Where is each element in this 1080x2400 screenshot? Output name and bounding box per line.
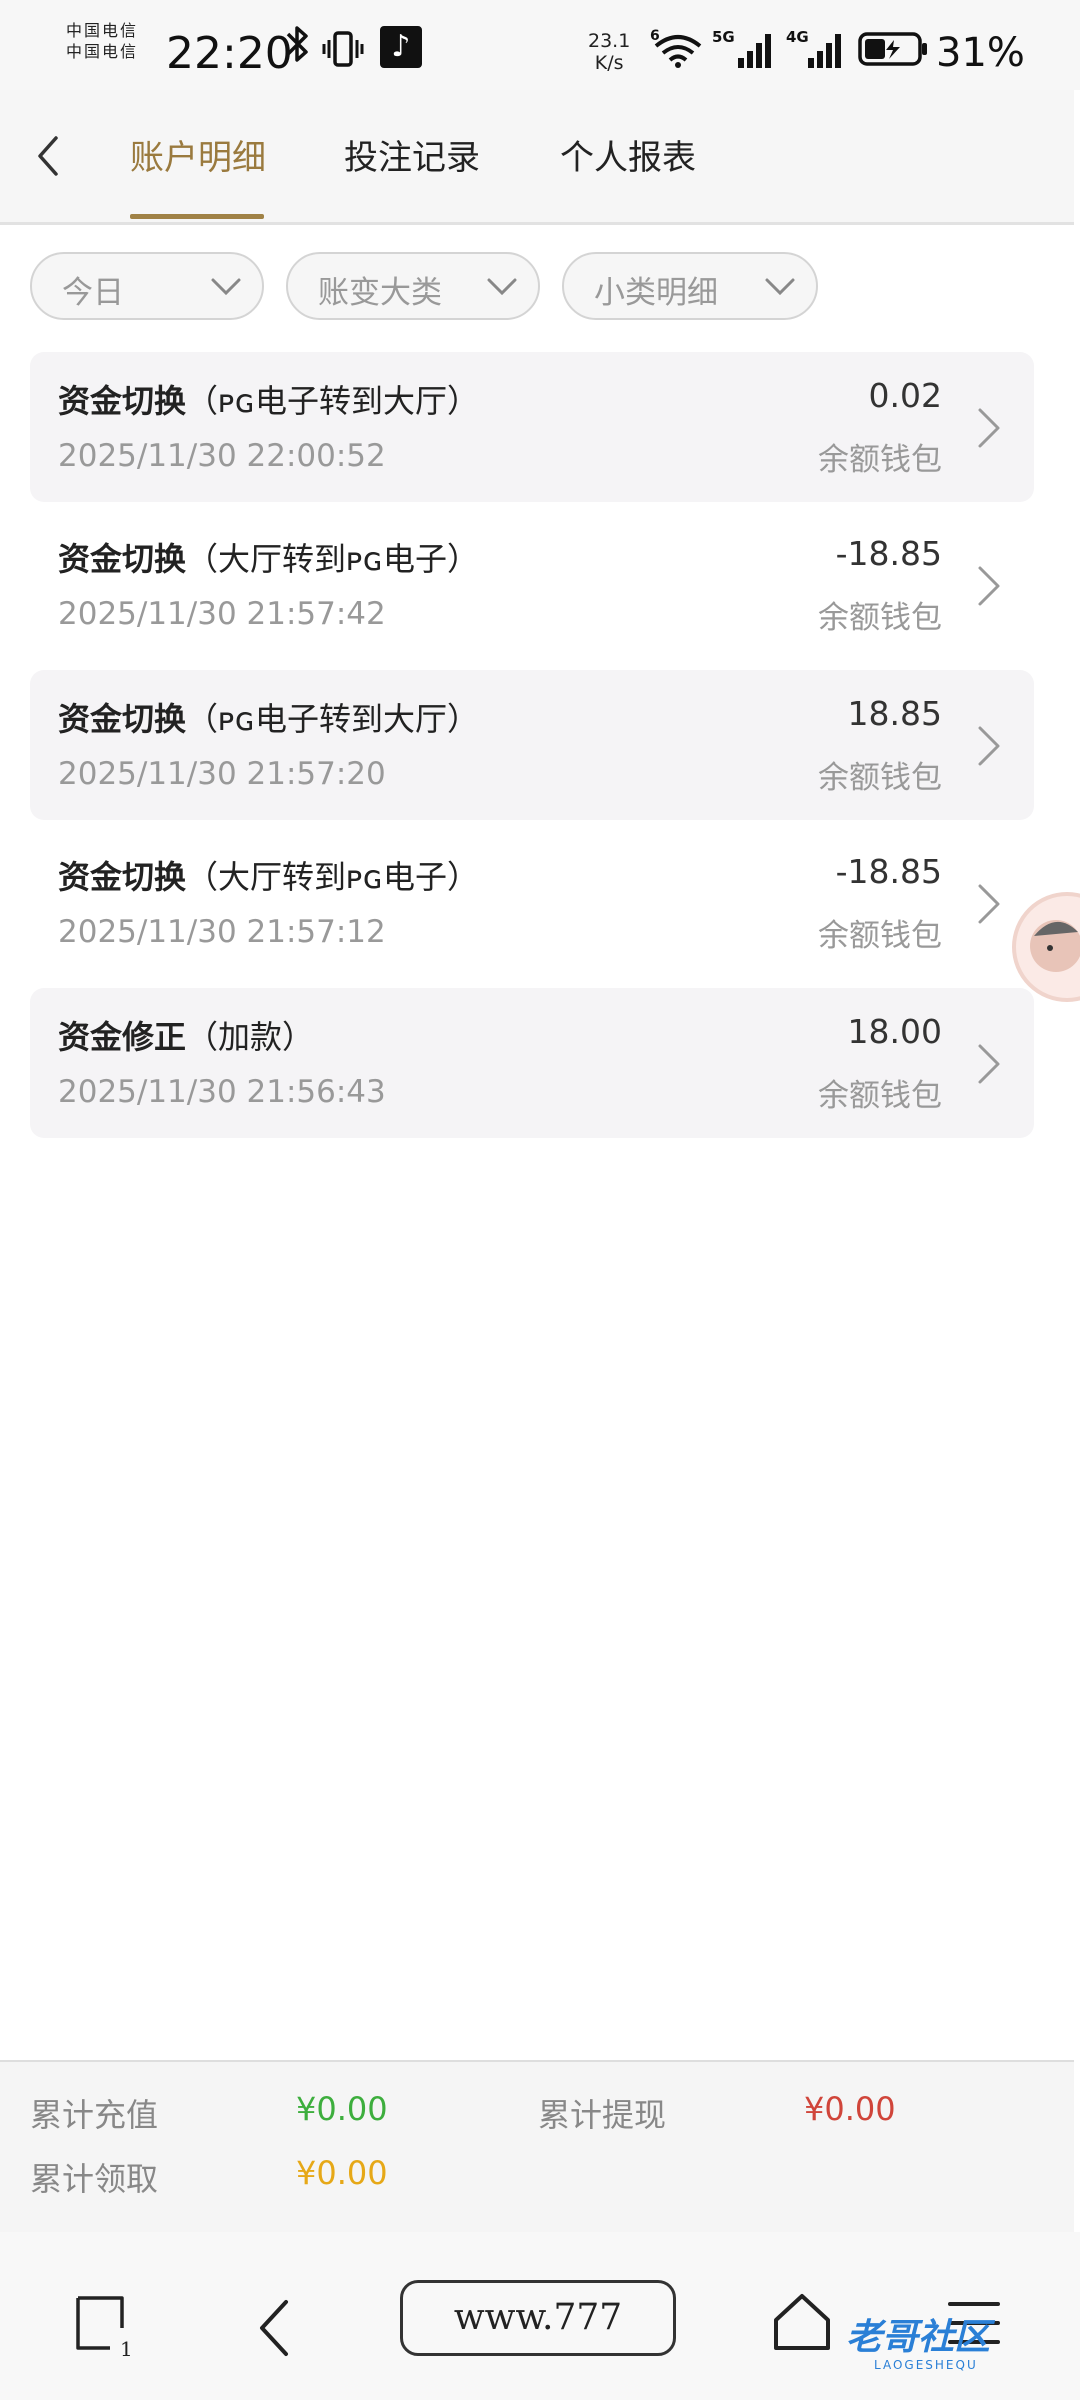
signal-4g-icon: 4G	[786, 28, 846, 70]
address-bar[interactable]: www.777	[400, 2280, 676, 2356]
tab-personal-report[interactable]: 个人报表	[560, 130, 696, 179]
transaction-wallet: 余额钱包	[818, 1078, 942, 1114]
browser-nav-bar: 1 www.777 老哥社区 LAOGESHEQU	[0, 2232, 1080, 2400]
transaction-wallet: 余额钱包	[818, 442, 942, 478]
transaction-title: 资金修正（加款）	[58, 1012, 314, 1058]
filter-subcategory-dropdown[interactable]: 小类明细	[562, 252, 818, 320]
signal-4g-label: 4G	[786, 28, 809, 46]
filter-category-label: 账变大类	[318, 275, 442, 311]
transaction-time: 2025/11/30 21:57:20	[58, 756, 386, 792]
transaction-amount: -18.85	[835, 852, 942, 891]
filter-category-dropdown[interactable]: 账变大类	[286, 252, 540, 320]
tabs-icon: 1	[76, 2296, 133, 2361]
transaction-detail: （大厅转到ᴘɢ电子）	[186, 858, 479, 896]
transaction-detail: （大厅转到ᴘɢ电子）	[186, 540, 479, 578]
transaction-time: 2025/11/30 21:57:42	[58, 596, 386, 632]
chevron-down-icon	[211, 278, 241, 296]
transaction-amount: 18.00	[847, 1012, 942, 1051]
signal-5g-icon: 5G	[712, 28, 778, 70]
back-button[interactable]	[28, 128, 68, 184]
chevron-left-icon	[260, 2300, 288, 2356]
transaction-time: 2025/11/30 21:57:12	[58, 914, 386, 950]
transaction-amount: 18.85	[847, 694, 942, 733]
transaction-row[interactable]: 资金修正（加款） 2025/11/30 21:56:43 18.00 余额钱包	[30, 988, 1034, 1138]
watermark-subtext: LAOGESHEQU	[874, 2358, 978, 2372]
transaction-title: 资金切换（大厅转到ᴘɢ电子）	[58, 852, 479, 898]
transaction-type: 资金切换	[58, 700, 187, 738]
tab-bet-records[interactable]: 投注记录	[344, 130, 480, 179]
transaction-wallet: 余额钱包	[818, 760, 942, 796]
chevron-right-icon	[978, 566, 1000, 606]
floating-assistant-avatar[interactable]	[1012, 892, 1080, 1002]
net-speed-unit: K/s	[594, 52, 624, 74]
total-claim-label: 累计领取	[30, 2160, 159, 2198]
browser-back-button[interactable]	[250, 2296, 300, 2360]
tabs-button[interactable]: 1	[70, 2292, 140, 2362]
transaction-detail: （ᴘɢ电子转到大厅）	[186, 382, 479, 420]
chevron-down-icon	[487, 278, 517, 296]
transaction-title: 资金切换（ᴘɢ电子转到大厅）	[58, 376, 479, 422]
chevron-right-icon	[978, 1044, 1000, 1084]
transaction-row[interactable]: 资金切换（ᴘɢ电子转到大厅） 2025/11/30 21:57:20 18.85…	[30, 670, 1034, 820]
transaction-type: 资金修正	[58, 1018, 187, 1056]
net-speed: 23.1 K/s	[588, 30, 630, 74]
chevron-left-icon	[38, 136, 58, 176]
net-speed-value: 23.1	[588, 30, 631, 52]
battery-icon	[858, 32, 930, 66]
transaction-amount: 0.02	[868, 376, 942, 415]
watermark-logo: 老哥社区	[846, 2317, 991, 2358]
filter-date-label: 今日	[62, 275, 124, 311]
transaction-time: 2025/11/30 22:00:52	[58, 438, 386, 474]
transaction-type: 资金切换	[58, 858, 187, 896]
transaction-wallet: 余额钱包	[818, 600, 942, 636]
tab-account-details[interactable]: 账户明细	[130, 130, 266, 179]
bluetooth-icon	[284, 24, 312, 74]
battery-percent: 31%	[936, 30, 1025, 76]
active-tab-indicator	[130, 214, 264, 219]
avatar-icon	[1030, 920, 1080, 972]
signal-5g-label: 5G	[712, 28, 735, 46]
app-header: 账户明细 投注记录 个人报表	[0, 90, 1074, 225]
transaction-row[interactable]: 资金切换（ᴘɢ电子转到大厅） 2025/11/30 22:00:52 0.02 …	[30, 352, 1034, 502]
chevron-right-icon	[978, 408, 1000, 448]
transaction-row[interactable]: 资金切换（大厅转到ᴘɢ电子） 2025/11/30 21:57:12 -18.8…	[30, 828, 1034, 978]
total-withdraw-label: 累计提现	[538, 2096, 667, 2134]
carrier-label: 中国电信 中国电信	[66, 20, 158, 62]
tab-count: 1	[120, 2337, 133, 2361]
wifi-icon: 6	[650, 26, 706, 70]
total-recharge-value: ¥0.00	[296, 2090, 388, 2128]
home-button[interactable]	[770, 2290, 834, 2354]
transaction-title: 资金切换（大厅转到ᴘɢ电子）	[58, 534, 479, 580]
total-claim-value: ¥0.00	[296, 2154, 388, 2192]
wifi-badge: 6	[650, 28, 660, 44]
transaction-type: 资金切换	[58, 382, 187, 420]
filter-date-dropdown[interactable]: 今日	[30, 252, 264, 320]
status-bar: 中国电信 中国电信 22:20 ♪ 23.1 K/s 6 5G 4G 31%	[0, 0, 1080, 90]
transaction-type: 资金切换	[58, 540, 187, 578]
summary-panel: 累计充值 ¥0.00 累计提现 ¥0.00 累计领取 ¥0.00	[0, 2060, 1074, 2232]
total-recharge-label: 累计充值	[30, 2096, 159, 2134]
home-icon	[774, 2294, 830, 2350]
transaction-title: 资金切换（ᴘɢ电子转到大厅）	[58, 694, 479, 740]
transaction-time: 2025/11/30 21:56:43	[58, 1074, 386, 1110]
carrier-line-2: 中国电信	[66, 42, 139, 61]
transaction-row[interactable]: 资金切换（大厅转到ᴘɢ电子） 2025/11/30 21:57:42 -18.8…	[30, 510, 1034, 660]
chevron-down-icon	[765, 278, 795, 296]
transaction-detail: （加款）	[186, 1018, 315, 1056]
carrier-line-1: 中国电信	[66, 21, 139, 40]
status-time: 22:20	[166, 28, 293, 79]
total-withdraw-value: ¥0.00	[804, 2090, 896, 2128]
transaction-amount: -18.85	[835, 534, 942, 573]
chevron-right-icon	[978, 884, 1000, 924]
filter-subcategory-label: 小类明细	[594, 275, 718, 311]
transaction-detail: （ᴘɢ电子转到大厅）	[186, 700, 479, 738]
chevron-right-icon	[978, 726, 1000, 766]
vibrate-icon	[322, 30, 364, 68]
transaction-wallet: 余额钱包	[818, 918, 942, 954]
tiktok-icon: ♪	[380, 26, 422, 68]
